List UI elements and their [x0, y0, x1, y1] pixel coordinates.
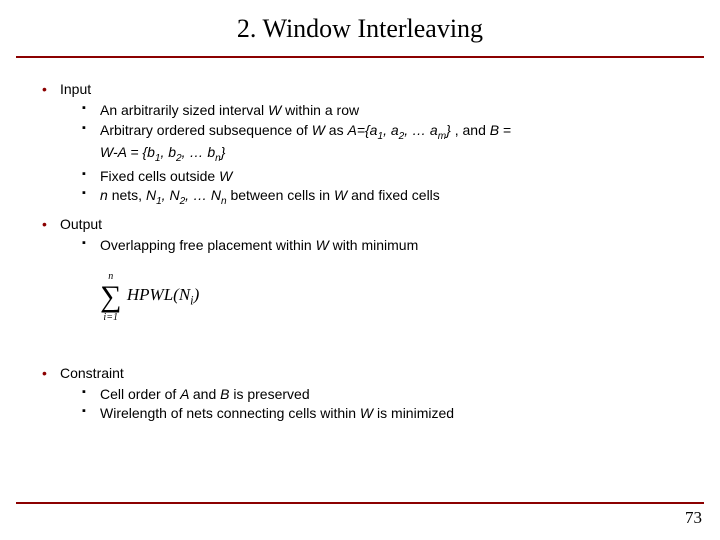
- slide-body: •Input An arbitrarily sized interval W w…: [0, 58, 720, 439]
- slide-title-area: 2. Window Interleaving: [0, 0, 720, 52]
- slide-title: 2. Window Interleaving: [0, 14, 720, 44]
- bullet-icon: •: [42, 215, 60, 234]
- section-output: •Output: [42, 215, 678, 234]
- bullet-icon: •: [42, 364, 60, 383]
- hpwl-formula: n ∑ i=1 HPWL(Ni): [100, 269, 678, 324]
- list-item: An arbitrarily sized interval W within a…: [82, 101, 678, 120]
- list-item: Arbitrary ordered subsequence of W as A=…: [82, 121, 678, 166]
- list-item: n nets, N1, N2, … Nn between cells in W …: [82, 186, 678, 208]
- sigma-icon: ∑: [100, 280, 121, 313]
- input-list: An arbitrarily sized interval W within a…: [82, 101, 678, 209]
- page-number: 73: [685, 508, 702, 528]
- constraint-list: Cell order of A and B is preserved Wirel…: [82, 385, 678, 424]
- footer-divider: [16, 502, 704, 504]
- bullet-icon: •: [42, 80, 60, 99]
- section-input: •Input: [42, 80, 678, 99]
- list-item: Cell order of A and B is preserved: [82, 385, 678, 404]
- section-constraint: •Constraint: [42, 364, 678, 383]
- output-list: Overlapping free placement within W with…: [82, 236, 678, 255]
- list-item: Wirelength of nets connecting cells with…: [82, 404, 678, 423]
- list-item: Fixed cells outside W: [82, 167, 678, 186]
- list-item: Overlapping free placement within W with…: [82, 236, 678, 255]
